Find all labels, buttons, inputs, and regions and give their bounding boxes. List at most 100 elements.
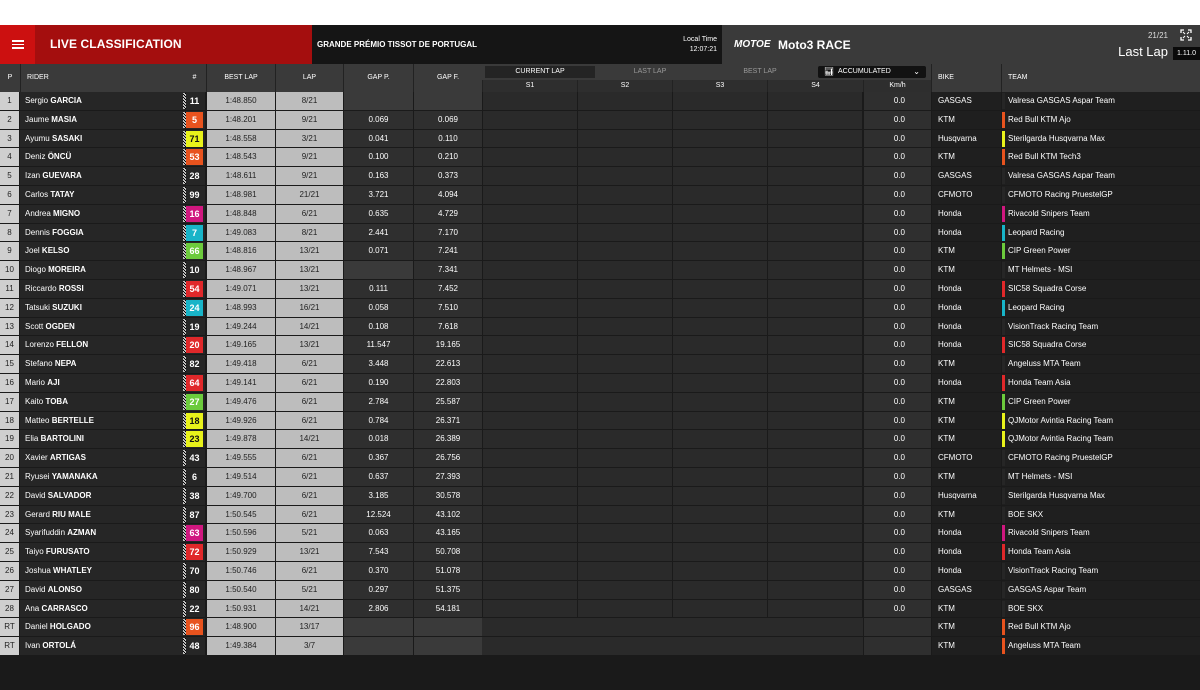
rider-name[interactable]: David SALVADOR <box>20 486 183 506</box>
rider-name[interactable]: Lorenzo FELLON <box>20 336 183 356</box>
table-row[interactable]: 27 David ALONSO 80 1:50.540 5/21 0.297 51.375 0… <box>0 580 1200 600</box>
team-name: CIP Green Power <box>1008 396 1071 406</box>
rider-name[interactable]: Ryusei YAMANAKA <box>20 468 183 487</box>
rider-name[interactable]: Xavier ARTIGAS <box>20 449 183 468</box>
rider-name[interactable]: Jaume MASIA <box>20 110 183 130</box>
table-row[interactable]: 17 Kaito TOBA 27 1:49.476 6/21 2.784 25.587 0.0… <box>0 392 1200 412</box>
bike-brand: Honda <box>931 223 1001 243</box>
table-row[interactable]: 9 Joel KELSO 66 1:48.816 13/21 0.071 7.241 0.0 K… <box>0 242 1200 262</box>
table-row[interactable]: 13 Scott OGDEN 19 1:49.244 14/21 0.108 7.618 0.… <box>0 317 1200 337</box>
table-row[interactable]: 20 Xavier ARTIGAS 43 1:49.555 6/21 0.367 26.75… <box>0 449 1200 468</box>
gap-previous <box>343 637 413 656</box>
rider-name[interactable]: Ana CARRASCO <box>20 599 183 619</box>
table-row[interactable]: 7 Andrea MIGNO 16 1:48.848 6/21 0.635 4.729 0.0… <box>0 204 1200 224</box>
table-row[interactable]: RT Daniel HOLGADO 96 1:48.900 13/17 KTM Red Bu… <box>0 618 1200 638</box>
col-s2: S2 <box>577 80 672 92</box>
table-row[interactable]: 3 Ayumu SASAKI 71 1:48.558 3/21 0.041 0.110 0.0… <box>0 129 1200 149</box>
rider-name[interactable]: Gerard RIU MALE <box>20 505 183 525</box>
speed-kmh: 0.0 <box>863 298 931 318</box>
tab-current-lap[interactable]: CURRENT LAP <box>485 66 595 78</box>
table-row[interactable]: 19 Elia BARTOLINI 23 1:49.878 14/21 0.018 26.3… <box>0 430 1200 450</box>
rider-name[interactable]: Joshua WHATLEY <box>20 562 183 581</box>
rider-name[interactable]: Joel KELSO <box>20 242 183 262</box>
rider-name[interactable]: Tatsuki SUZUKI <box>20 298 183 318</box>
position: 11 <box>0 280 20 299</box>
table-row[interactable]: 6 Carlos TATAY 99 1:48.981 21/21 3.721 4.094 0.… <box>0 186 1200 205</box>
rider-name[interactable]: Daniel HOLGADO <box>20 618 183 638</box>
table-row[interactable]: 28 Ana CARRASCO 22 1:50.931 14/21 2.806 54.181… <box>0 599 1200 619</box>
team-color-bar <box>1002 111 1005 128</box>
rider-name[interactable]: Matteo BERTELLE <box>20 411 183 431</box>
rider-first-name: Matteo <box>25 415 50 425</box>
best-lap: 1:48.848 <box>206 204 275 224</box>
sector-3 <box>672 543 767 562</box>
rider-name[interactable]: Taiyo FURUSATO <box>20 543 183 562</box>
rider-name[interactable]: David ALONSO <box>20 580 183 600</box>
table-row[interactable]: 23 Gerard RIU MALE 87 1:50.545 6/21 12.524 43.… <box>0 505 1200 525</box>
rider-name[interactable]: Riccardo ROSSI <box>20 280 183 299</box>
table-row[interactable]: 12 Tatsuki SUZUKI 24 1:48.993 16/21 0.058 7.51… <box>0 298 1200 318</box>
accumulated-dropdown[interactable]: 📊︎ ACCUMULATED ⌄ <box>818 66 926 78</box>
sector-3 <box>672 430 767 450</box>
rider-first-name: Stefano <box>25 359 53 369</box>
rider-name[interactable]: Dennis FOGGIA <box>20 223 183 243</box>
sector-1 <box>482 148 577 168</box>
rider-number-cell: 48 <box>183 637 205 656</box>
chevron-down-icon: ⌄ <box>913 67 920 76</box>
table-row[interactable]: 2 Jaume MASIA 5 1:48.201 9/21 0.069 0.069 0.0 KT… <box>0 110 1200 130</box>
rider-name[interactable]: Ayumu SASAKI <box>20 129 183 149</box>
rider-name[interactable]: Andrea MIGNO <box>20 204 183 224</box>
rider-name[interactable]: Sergio GARCIA <box>20 92 183 111</box>
col-lap: LAP <box>275 64 343 92</box>
table-row[interactable]: 22 David SALVADOR 38 1:49.700 6/21 3.185 30.57… <box>0 486 1200 506</box>
table-row[interactable]: 16 Mario AJI 64 1:49.141 6/21 0.190 22.803 0.0 H… <box>0 374 1200 393</box>
table-row[interactable]: 10 Diogo MOREIRA 10 1:48.967 13/21 7.341 0.0 KT… <box>0 261 1200 280</box>
rider-name[interactable]: Elia BARTOLINI <box>20 430 183 450</box>
rider-name[interactable]: Deniz ÖNCÜ <box>20 148 183 168</box>
rider-name[interactable]: Diogo MOREIRA <box>20 261 183 280</box>
bike-brand: CFMOTO <box>931 186 1001 205</box>
rider-name[interactable]: Carlos TATAY <box>20 186 183 205</box>
rider-first-name: Deniz <box>25 152 46 162</box>
rider-number: 64 <box>186 375 203 391</box>
rider-number: 53 <box>186 149 203 166</box>
rider-name[interactable]: Kaito TOBA <box>20 392 183 412</box>
tab-best-lap[interactable]: BEST LAP <box>705 66 815 78</box>
table-row[interactable]: 11 Riccardo ROSSI 54 1:49.071 13/21 0.111 7.45… <box>0 280 1200 299</box>
table-row[interactable]: RT Ivan ORTOLÁ 48 1:49.384 3/7 KTM Angeluss MT… <box>0 637 1200 656</box>
rider-name[interactable]: Ivan ORTOLÁ <box>20 637 183 656</box>
sector-1 <box>482 392 577 412</box>
table-row[interactable]: 18 Matteo BERTELLE 18 1:49.926 6/21 0.784 26.3… <box>0 411 1200 431</box>
rider-last-name: ÖNCÜ <box>47 152 72 162</box>
table-row[interactable]: 5 Izan GUEVARA 28 1:48.611 9/21 0.163 0.373 0.0… <box>0 167 1200 186</box>
team-name: QJMotor Avintia Racing Team <box>1008 434 1114 444</box>
expand-button[interactable] <box>1175 27 1197 43</box>
rider-name[interactable]: Scott OGDEN <box>20 317 183 337</box>
table-row[interactable]: 26 Joshua WHATLEY 70 1:50.746 6/21 0.370 51.07… <box>0 562 1200 581</box>
sector-3 <box>672 486 767 506</box>
rider-number-cell: 28 <box>183 167 205 186</box>
gap-previous: 0.058 <box>343 298 413 318</box>
rider-name[interactable]: Mario AJI <box>20 374 183 393</box>
rider-number: 28 <box>186 168 203 185</box>
table-row[interactable]: 4 Deniz ÖNCÜ 53 1:48.543 9/21 0.100 0.210 0.0 KT… <box>0 148 1200 168</box>
team-color-bar <box>1002 299 1005 316</box>
table-row[interactable]: 15 Stefano NEPA 82 1:49.418 6/21 3.448 22.613 0… <box>0 355 1200 374</box>
menu-button[interactable] <box>0 25 35 64</box>
table-row[interactable]: 8 Dennis FOGGIA 7 1:49.083 8/21 2.441 7.170 0.0… <box>0 223 1200 243</box>
tab-last-lap[interactable]: LAST LAP <box>595 66 705 78</box>
rider-number-cell: 72 <box>183 543 205 562</box>
rider-name[interactable]: Izan GUEVARA <box>20 167 183 186</box>
rider-name[interactable]: Stefano NEPA <box>20 355 183 374</box>
gap-first: 0.373 <box>413 167 482 186</box>
table-row[interactable]: 14 Lorenzo FELLON 20 1:49.165 13/21 11.547 19.… <box>0 336 1200 356</box>
team-cell: CIP Green Power <box>1001 392 1200 412</box>
table-row[interactable]: 25 Taiyo FURUSATO 72 1:50.929 13/21 7.543 50.7… <box>0 543 1200 562</box>
table-row[interactable]: 1 Sergio GARCIA 11 1:48.850 8/21 0.0 GASGAS Val… <box>0 92 1200 111</box>
table-row[interactable]: 24 Syarifuddin AZMAN 63 1:50.596 5/21 0.063 43… <box>0 524 1200 544</box>
rider-name[interactable]: Syarifuddin AZMAN <box>20 524 183 544</box>
table-row[interactable]: 21 Ryusei YAMANAKA 6 1:49.514 6/21 0.637 27.39… <box>0 468 1200 487</box>
sector-1 <box>482 204 577 224</box>
speed-kmh: 0.0 <box>863 223 931 243</box>
team-name: Honda Team Asia <box>1008 378 1071 387</box>
